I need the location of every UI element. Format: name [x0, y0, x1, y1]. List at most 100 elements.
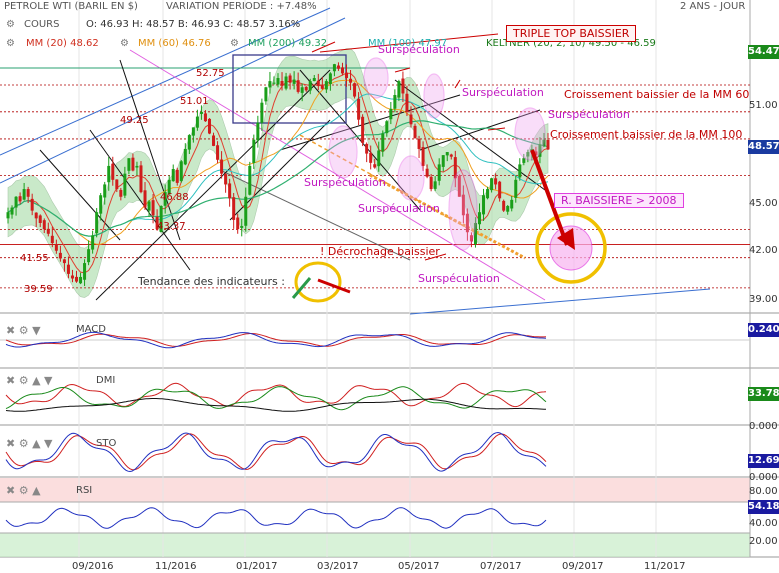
candle-body [207, 118, 211, 134]
price-tick: 45.00 [749, 198, 778, 209]
candle-body [272, 82, 276, 84]
chart-title: PETROLE WTI (BARIL EN $) [4, 1, 138, 12]
candle-body [276, 78, 280, 85]
candle-body [199, 111, 203, 114]
speculation-ellipse [423, 73, 445, 119]
candle-body [183, 148, 187, 165]
crossover-mm100-annotation: Croissement baissier de la MM 100 [550, 128, 743, 141]
candle-body [38, 215, 42, 223]
candle-body [50, 235, 54, 244]
candle-body [397, 81, 401, 98]
candle-body [490, 178, 494, 191]
level-label: 52.75 [196, 68, 225, 79]
level-label: 43.37 [157, 221, 186, 232]
candle-body [139, 165, 143, 193]
candle-body [252, 139, 256, 164]
speculation-annotation: Surspéculation [418, 272, 500, 285]
candle-body [393, 94, 397, 109]
legend-mm20: MM (20) 48.62 [26, 38, 99, 49]
breakdown-annotation: ! Décrochage baissier [320, 245, 440, 258]
dmi-panel-controls[interactable]: ✖ ⚙ ▲ ▼ [6, 374, 53, 387]
speculation-ellipse [363, 57, 389, 99]
candle-body [401, 78, 405, 94]
sto-panel-controls[interactable]: ✖ ⚙ ▲ ▼ [6, 437, 53, 450]
price-top-badge: 54.47 [748, 45, 779, 59]
candle-body [6, 212, 10, 219]
settings-icon[interactable]: ⚙ [6, 19, 15, 30]
mm200-settings-icon[interactable]: ⚙ [230, 38, 239, 49]
candle-body [83, 263, 87, 280]
candle-body [228, 183, 232, 199]
period-label[interactable]: 2 ANS - JOUR [680, 1, 745, 12]
candle-body [260, 102, 264, 123]
candle-body [300, 87, 304, 93]
candle-body [10, 207, 14, 215]
candle-body [409, 114, 413, 125]
candle-body [316, 80, 320, 86]
mm20-settings-icon[interactable]: ⚙ [6, 38, 15, 49]
candle-body [187, 135, 191, 150]
x-tick: 01/2017 [236, 561, 278, 572]
candle-body [95, 212, 99, 234]
rsi-value: 54.18 [748, 500, 779, 514]
candle-body [58, 252, 62, 259]
candle-body [175, 169, 179, 183]
candle-body [119, 189, 123, 197]
candle-body [34, 212, 38, 219]
candle-body [345, 72, 349, 79]
legend-cours: COURS [24, 19, 60, 30]
candle-body [437, 164, 441, 181]
candle-body [502, 200, 506, 211]
candle-body [546, 140, 550, 150]
candle-body [349, 78, 353, 83]
candle-body [514, 179, 518, 198]
x-tick: 09/2017 [562, 561, 604, 572]
candle-body [494, 178, 498, 185]
candle-body [30, 198, 34, 211]
candle-body [171, 169, 175, 182]
candle-body [195, 116, 199, 128]
indicator-trend-annotation: Tendance des indicateurs : [138, 275, 285, 288]
bearish-resistance-annotation: R. BAISSIERE > 2008 [554, 193, 684, 208]
candle-body [107, 165, 111, 183]
rsi-tick-20: 20.00 [749, 536, 778, 547]
adx-line [5, 398, 547, 412]
speculation-ellipse [514, 107, 546, 161]
candle-body [220, 159, 224, 174]
x-tick: 05/2017 [398, 561, 440, 572]
candle-body [365, 143, 369, 154]
candle-body [357, 98, 361, 120]
candle-body [336, 65, 340, 69]
x-tick: 11/2017 [644, 561, 686, 572]
candle-body [248, 165, 252, 195]
speculation-ellipse [328, 125, 358, 179]
rsi-panel-controls[interactable]: ✖ ⚙ ▲ [6, 484, 41, 497]
candle-body [240, 226, 244, 228]
candle-body [405, 93, 409, 112]
speculation-ellipse [397, 155, 425, 201]
candle-body [498, 181, 502, 199]
candle-body [373, 164, 377, 168]
candle-body [143, 190, 147, 208]
candle-body [216, 145, 220, 160]
x-tick: 11/2016 [155, 561, 197, 572]
triple-top-annotation: TRIPLE TOP BAISSIER [506, 25, 637, 42]
candle-body [312, 78, 316, 82]
candle-body [445, 152, 449, 156]
level-label: 41.55 [20, 253, 49, 264]
candle-body [353, 83, 357, 97]
x-tick: 07/2017 [480, 561, 522, 572]
candle-body [506, 206, 510, 212]
candle-body [328, 73, 332, 85]
mm60-settings-icon[interactable]: ⚙ [120, 38, 129, 49]
candle-body [87, 249, 91, 263]
x-tick: 03/2017 [317, 561, 359, 572]
candle-body [111, 163, 115, 180]
macd-panel-controls[interactable]: ✖ ⚙ ▼ [6, 324, 41, 337]
candle-body [131, 157, 135, 171]
level-label: 39.59 [24, 284, 53, 295]
candle-body [203, 113, 207, 122]
candle-body [99, 195, 103, 214]
candle-body [284, 76, 288, 89]
level-label: 46.88 [160, 192, 189, 203]
